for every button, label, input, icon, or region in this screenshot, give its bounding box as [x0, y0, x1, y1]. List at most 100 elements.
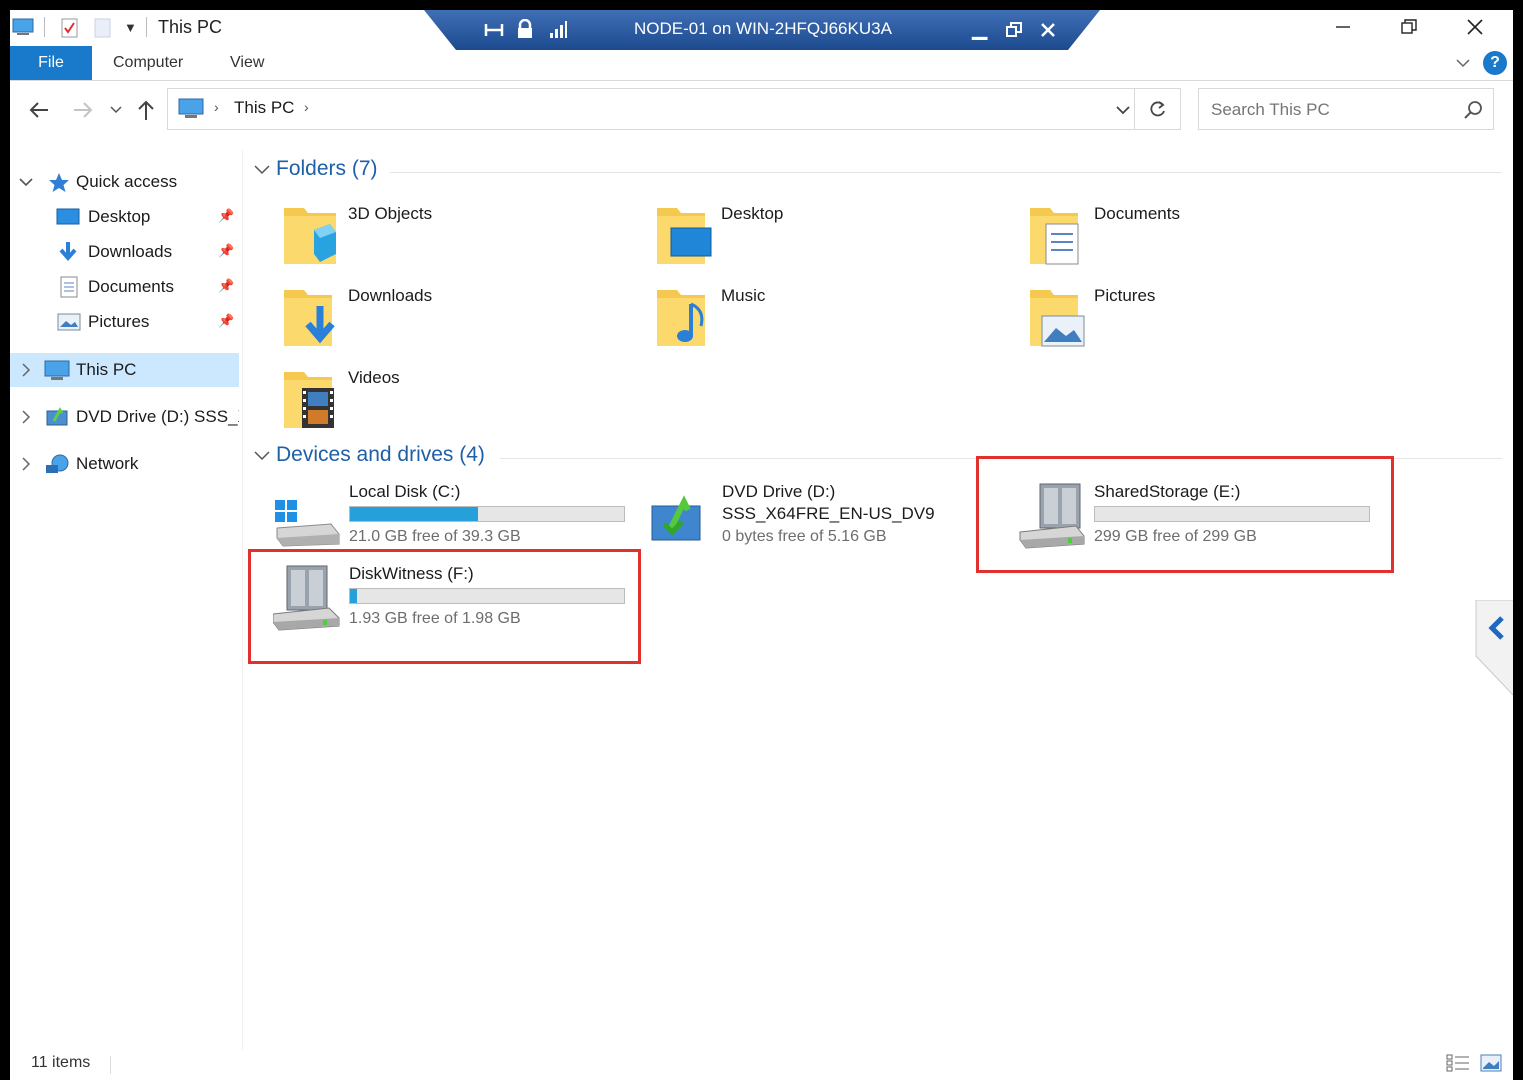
folder-label: Documents	[1094, 204, 1180, 223]
tab-computer[interactable]: Computer	[113, 54, 183, 72]
navigation-pane: Quick access Desktop 📌 Downloads 📌 Docum…	[10, 150, 243, 1050]
breadcrumb-chevron-icon[interactable]: ›	[304, 99, 309, 115]
folders-collapse-icon[interactable]	[254, 164, 270, 176]
folder-label: Videos	[348, 368, 400, 387]
title-divider	[146, 17, 147, 37]
folder-label: 3D Objects	[348, 204, 433, 223]
nav-item-network[interactable]: Network	[10, 447, 239, 481]
drive-dvd-d[interactable]: DVD Drive (D:) SSS_X64FRE_EN-US_DV9 0 by…	[646, 482, 1016, 562]
pin-icon[interactable]: 📌	[218, 313, 234, 329]
downloads-folder-icon	[284, 290, 335, 346]
pin-icon[interactable]: 📌	[218, 278, 234, 294]
nav-item-this-pc[interactable]: This PC	[10, 353, 239, 387]
music-folder-icon	[657, 290, 705, 346]
pin-icon[interactable]: 📌	[218, 208, 234, 224]
nav-label-network: Network	[76, 454, 139, 473]
search-box[interactable]	[1198, 88, 1494, 130]
network-icon	[46, 454, 69, 473]
rdp-minimize-button[interactable]: ▁	[972, 16, 987, 41]
window-title: This PC	[158, 17, 223, 37]
nav-item-dvd-drive[interactable]: DVD Drive (D:) SSS_X6	[10, 400, 239, 434]
pin-icon[interactable]: 📌	[218, 243, 234, 259]
details-view-icon[interactable]	[1446, 1053, 1470, 1073]
rdp-close-icon[interactable]	[1040, 22, 1056, 38]
desktop-icon	[56, 208, 80, 225]
rdp-restore-icon[interactable]	[1006, 22, 1022, 38]
star-icon	[49, 173, 69, 192]
breadcrumb-this-pc[interactable]: This PC	[234, 98, 294, 118]
breadcrumb-separator-icon[interactable]: ›	[214, 99, 219, 115]
folder-music[interactable]: Music	[655, 282, 1015, 354]
folder-label: Music	[721, 286, 766, 305]
explorer-window: ▼ This PC NODE-01 on WIN-2HFQJ66KU3A ▁ F…	[10, 10, 1513, 1080]
download-arrow-icon	[59, 242, 77, 262]
nav-label-downloads: Downloads	[88, 242, 173, 261]
drives-collapse-icon[interactable]	[254, 450, 270, 462]
drive-volume-label: SSS_X64FRE_EN-US_DV9	[722, 504, 935, 523]
folder-pictures[interactable]: Pictures	[1028, 282, 1388, 354]
refresh-button[interactable]	[1135, 88, 1181, 130]
minimize-button[interactable]	[1320, 12, 1366, 42]
3d-objects-folder-icon	[284, 208, 336, 264]
recent-locations-icon[interactable]	[110, 105, 122, 115]
highlight-box-shared-storage	[976, 456, 1394, 573]
ribbon-tabs: File Computer View ?	[10, 46, 1513, 81]
expand-chevron-icon[interactable]	[21, 363, 31, 377]
drive-name: DVD Drive (D:)	[722, 482, 836, 501]
nav-item-desktop[interactable]: Desktop 📌	[10, 200, 239, 234]
drive-usage-bar	[349, 506, 625, 522]
this-pc-icon	[178, 98, 204, 118]
folder-label: Downloads	[348, 286, 433, 305]
expand-chevron-icon[interactable]	[21, 410, 31, 424]
drives-group-header[interactable]: Devices and drives (4)	[276, 443, 485, 467]
close-button[interactable]	[1452, 12, 1498, 42]
status-divider	[110, 1056, 111, 1074]
nav-quick-access[interactable]: Quick access	[10, 165, 239, 199]
signal-icon[interactable]	[548, 19, 568, 39]
folder-documents[interactable]: Documents	[1028, 200, 1388, 272]
folder-3d-objects[interactable]: 3D Objects	[282, 200, 642, 272]
windows-drive-icon	[275, 500, 340, 547]
folders-group-header[interactable]: Folders (7)	[276, 157, 378, 181]
up-arrow-icon[interactable]	[136, 99, 156, 121]
restore-button[interactable]	[1386, 12, 1432, 42]
dvd-drive-icon	[46, 407, 68, 426]
search-input[interactable]	[1209, 97, 1453, 123]
side-panel-toggle[interactable]	[1474, 600, 1513, 700]
drive-free-space: 21.0 GB free of 39.3 GB	[349, 528, 521, 545]
expand-chevron-icon[interactable]	[21, 457, 31, 471]
new-folder-icon[interactable]	[94, 17, 112, 39]
large-icons-view-icon[interactable]	[1480, 1053, 1502, 1073]
tab-file[interactable]: File	[10, 46, 92, 80]
documents-folder-icon	[1030, 208, 1079, 265]
folder-videos[interactable]: Videos	[282, 364, 642, 436]
back-arrow-icon[interactable]	[28, 101, 50, 119]
nav-label-documents: Documents	[88, 277, 174, 296]
computer-icon[interactable]	[12, 18, 34, 36]
minimize-icon	[1336, 26, 1350, 28]
folder-downloads[interactable]: Downloads	[282, 282, 642, 354]
lock-icon[interactable]	[516, 19, 534, 39]
tab-view[interactable]: View	[230, 54, 264, 72]
drive-usage-fill	[350, 507, 478, 521]
videos-folder-icon	[284, 372, 334, 428]
forward-arrow-icon[interactable]	[72, 101, 94, 119]
nav-item-pictures[interactable]: Pictures 📌	[10, 305, 239, 339]
expand-ribbon-icon[interactable]	[1456, 58, 1470, 68]
address-bar[interactable]: › This PC ›	[167, 88, 1135, 130]
collapse-chevron-icon[interactable]	[19, 177, 33, 187]
search-icon[interactable]	[1463, 100, 1483, 120]
folder-desktop[interactable]: Desktop	[655, 200, 1015, 272]
nav-item-downloads[interactable]: Downloads 📌	[10, 235, 239, 269]
status-item-count: 11 items	[31, 1054, 91, 1071]
qat-dropdown-icon[interactable]: ▼	[124, 20, 137, 35]
dvd-drive-icon	[651, 495, 701, 541]
picture-icon	[57, 313, 81, 331]
pin-bar-icon[interactable]	[484, 20, 506, 40]
properties-icon[interactable]	[60, 17, 80, 39]
highlight-box-disk-witness	[248, 549, 641, 664]
nav-label-this-pc: This PC	[76, 360, 137, 379]
help-button[interactable]: ?	[1483, 51, 1507, 75]
nav-item-documents[interactable]: Documents 📌	[10, 270, 239, 304]
address-history-icon[interactable]	[1116, 105, 1130, 115]
